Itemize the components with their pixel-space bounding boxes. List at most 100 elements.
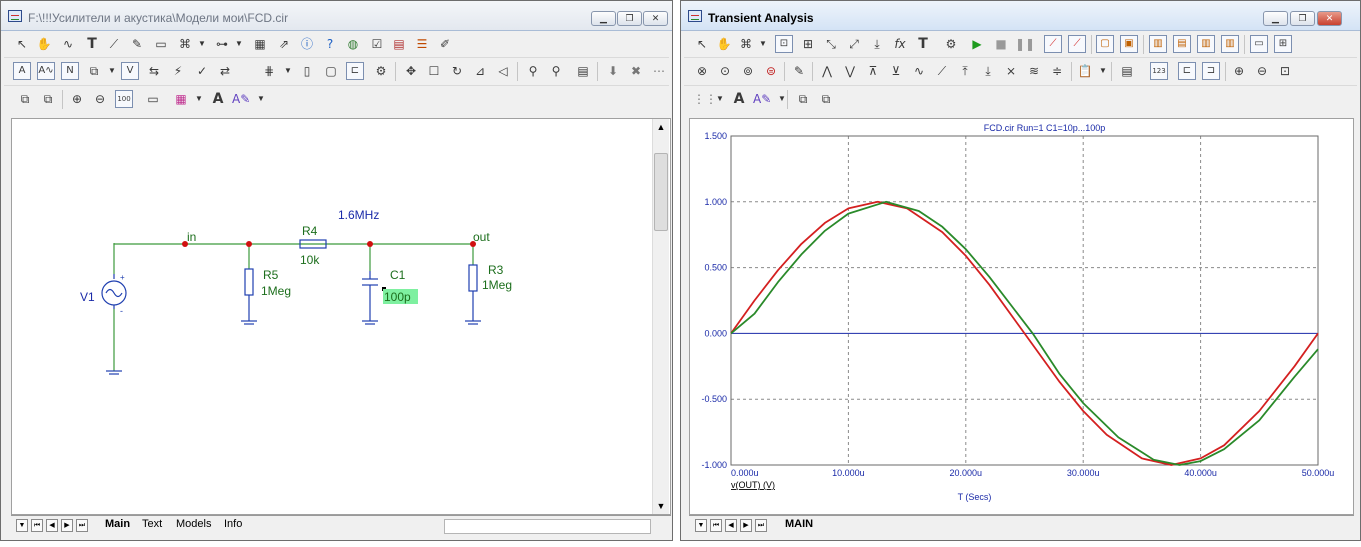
swap-icon[interactable]: ⇄ [216,62,234,80]
zoom-region-icon[interactable]: ⊞ [799,35,817,53]
dropdown-icon[interactable]: ▼ [195,90,203,108]
tree-icon[interactable]: ⊶ [213,35,231,53]
tab-info[interactable]: Info [224,518,242,530]
wire-icon[interactable]: ∿ [59,35,77,53]
color-palette-icon[interactable]: ▦ [172,90,190,108]
frame-icon[interactable]: ▢ [322,62,340,80]
low-icon[interactable]: ⊻ [887,62,905,80]
find-next-icon[interactable]: ⚲ [547,62,565,80]
dropdown-icon[interactable]: ▼ [1099,62,1107,80]
font-icon[interactable]: A [209,90,227,108]
settings-icon[interactable]: ⚙ [942,35,960,53]
tab-main[interactable]: MAIN [785,518,813,530]
slope-icon[interactable]: ⟋ [933,62,951,80]
copy-icon[interactable]: ⧉ [794,90,812,108]
font-style-icon[interactable]: A✎ [753,90,771,108]
zoom-out-icon[interactable]: ⊖ [1253,62,1271,80]
view-icon[interactable]: ▥ [1221,35,1239,53]
dropdown-icon[interactable]: ▼ [198,35,206,53]
last-tab-icon[interactable]: ⏭ [76,519,88,532]
split-icon[interactable]: ▭ [1250,35,1268,53]
maximize-button[interactable]: ❐ [617,11,642,26]
dropdown-icon[interactable]: ▼ [284,62,292,80]
doc-icon[interactable]: ▤ [390,35,408,53]
zoom-reset-icon[interactable]: ⊜ [762,62,780,80]
arrows-icon[interactable]: ⇆ [145,62,163,80]
scroll-up-icon[interactable]: ▲ [653,119,669,135]
zoom-fit-icon[interactable]: ⊚ [739,62,757,80]
box-icon[interactable]: ☐ [425,62,443,80]
first-tab-icon[interactable]: ⏮ [31,519,43,532]
scroll-thumb[interactable] [654,153,668,231]
paste-icon[interactable]: ⧉ [39,90,57,108]
scale-icon[interactable]: ⤓ [868,35,886,53]
tab-dropdown-icon[interactable]: ▼ [16,519,28,532]
cursor-left-icon[interactable]: ⟋ [1044,35,1062,53]
tab-main[interactable]: Main [105,518,130,530]
title-bar[interactable]: Transient Analysis ▁ ❐ ✕ [681,1,1360,31]
scale-icon[interactable]: ⤡ [822,35,840,53]
paste-icon[interactable]: ⧉ [817,90,835,108]
grid-icon[interactable]: ▦ [251,35,269,53]
split-icon[interactable]: ⊞ [1274,35,1292,53]
view-icon[interactable]: ▥ [1197,35,1215,53]
pause-icon[interactable]: ❚❚ [1015,35,1035,53]
first-tab-icon[interactable]: ⏮ [710,519,722,532]
cursor-right-icon[interactable]: ⟋ [1068,35,1086,53]
check-icon[interactable]: ☑ [368,35,386,53]
font-icon[interactable]: A [730,90,748,108]
pointer-icon[interactable]: ↖ [693,35,711,53]
zoom-x-icon[interactable]: ⊗ [693,62,711,80]
vertical-scrollbar[interactable]: ▲ ▼ [652,119,669,514]
minimize-button[interactable]: ▁ [591,11,616,26]
zoom-window-icon[interactable]: ⊡ [1276,62,1294,80]
probe-icon[interactable]: ⟋ [105,35,123,53]
flip-icon[interactable]: ◁ [494,62,512,80]
copy-icon[interactable]: ⧉ [85,62,103,80]
data-points-icon[interactable]: ≑ [1048,62,1066,80]
title-bar[interactable]: F:\!!!Усилители и акустика\Модели мои\FC… [1,1,672,31]
global-low-icon[interactable]: ⤓ [979,62,997,80]
zoom-box-icon[interactable]: ⊡ [775,35,793,53]
grid-dots-icon[interactable]: ⋕ [260,62,278,80]
down-circle-icon[interactable]: ⬇ [604,62,622,80]
pin-icon[interactable]: ⚡ [169,62,187,80]
settings-icon[interactable]: ⚙ [372,62,390,80]
page-icon[interactable]: ▯ [298,62,316,80]
prev-tab-icon[interactable]: ◀ [725,519,737,532]
dropdown-icon[interactable]: ▼ [759,35,767,53]
view-icon[interactable]: ▤ [1173,35,1191,53]
zoom-100-icon[interactable]: 100 [115,90,133,108]
last-tab-icon[interactable]: ⏭ [755,519,767,532]
valley-icon[interactable]: ⋁ [841,62,859,80]
high-icon[interactable]: ⊼ [864,62,882,80]
list-icon[interactable]: ☰ [413,35,431,53]
fx-icon[interactable]: fx [891,35,909,53]
close-button[interactable]: ✕ [643,11,668,26]
rotate-icon[interactable]: A [13,62,31,80]
prev-tab-icon[interactable]: ◀ [46,519,58,532]
schematic-canvas[interactable]: + - V1 in out 1.6MHz R4 10k R5 1Meg C1 1… [11,118,671,515]
zoom-in-icon[interactable]: ⊕ [1230,62,1248,80]
node-icon[interactable]: N [61,62,79,80]
scale-icon[interactable]: ⤢ [845,35,863,53]
select-icon[interactable]: ⊏ [346,62,364,80]
properties-icon[interactable]: ▤ [574,62,592,80]
hand-icon[interactable]: ✋ [715,35,733,53]
tab-dropdown-icon[interactable]: ▼ [695,519,707,532]
dropdown-icon[interactable]: ▼ [778,90,786,108]
component-icon[interactable]: ▭ [152,35,170,53]
part-icon[interactable]: ⌘ [176,35,194,53]
maximize-button[interactable]: ❐ [1290,11,1315,26]
view-icon[interactable]: ▥ [1149,35,1167,53]
dropdown-icon[interactable]: ▼ [257,90,265,108]
tab-text[interactable]: Text [142,518,162,530]
tab-models[interactable]: Models [176,518,211,530]
close-button[interactable]: ✕ [1317,11,1342,26]
minimize-button[interactable]: ▁ [1263,11,1288,26]
edit-icon[interactable]: ✐ [436,35,454,53]
info-icon[interactable]: ⓘ [298,35,316,53]
dropdown-icon[interactable]: ▼ [108,62,116,80]
link-icon[interactable]: ⇗ [275,35,293,53]
pin-icon[interactable]: ✓ [193,62,211,80]
